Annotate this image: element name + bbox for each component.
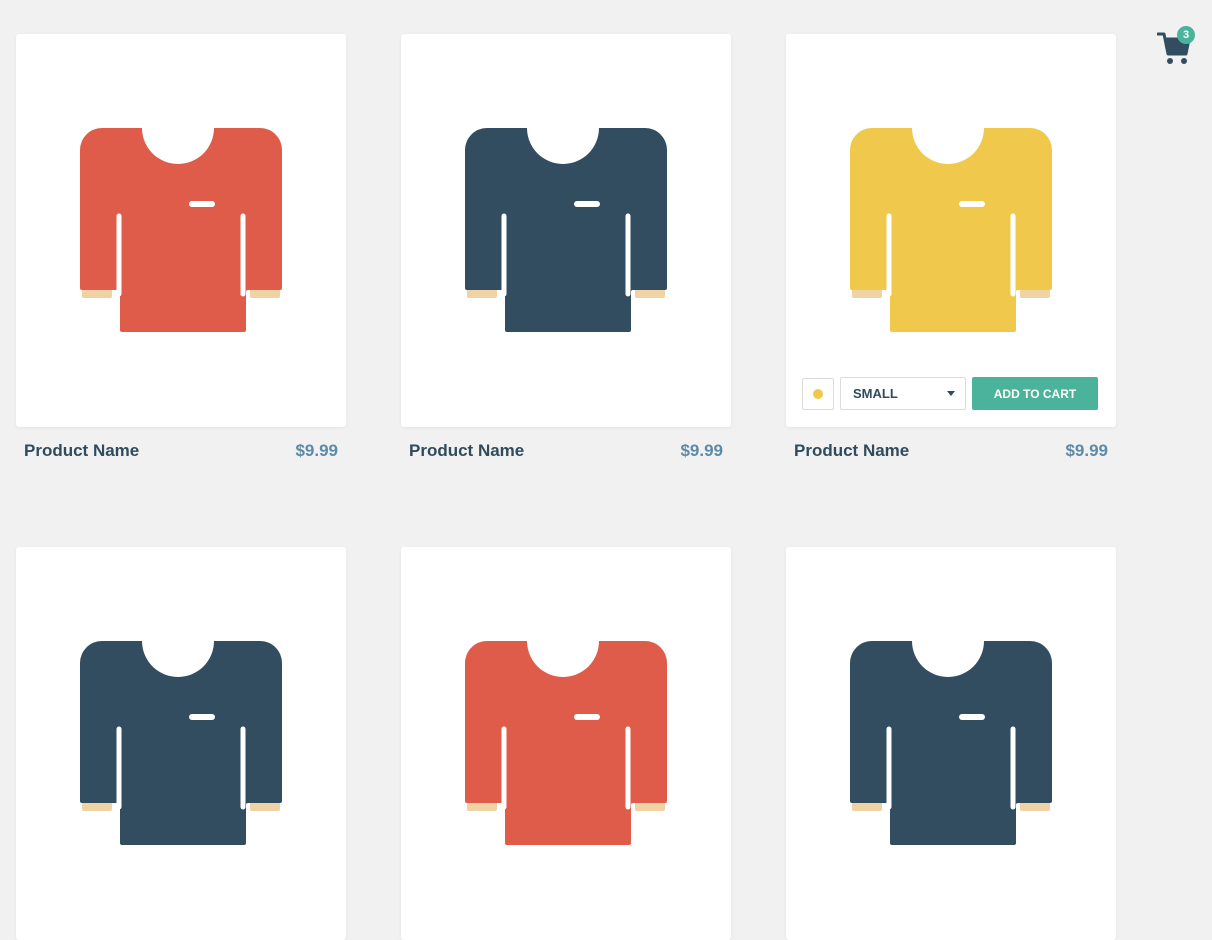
product-card[interactable]: [786, 547, 1116, 940]
chevron-down-icon: [947, 391, 955, 396]
size-select[interactable]: SMALL: [840, 377, 966, 410]
product-item[interactable]: Product Name $9.99: [16, 34, 346, 460]
product-name[interactable]: Product Name: [24, 441, 139, 461]
product-card[interactable]: [401, 34, 731, 427]
cart-button[interactable]: 3: [1156, 26, 1197, 68]
shirt-image: [465, 128, 667, 332]
product-price: $9.99: [295, 441, 338, 460]
cart-count-badge: 3: [1177, 26, 1195, 44]
shirt-image: [80, 641, 282, 845]
product-card[interactable]: [401, 547, 731, 940]
product-item[interactable]: Product Name $9.99: [401, 34, 731, 460]
product-meta: Product Name $9.99: [401, 441, 731, 461]
size-select-value: SMALL: [853, 386, 898, 401]
shirt-image: [850, 641, 1052, 845]
product-card[interactable]: [16, 34, 346, 427]
product-controls: SMALL ADD TO CART: [802, 377, 1098, 410]
product-price: $9.99: [680, 441, 723, 460]
product-name[interactable]: Product Name: [794, 441, 909, 461]
product-card[interactable]: [16, 547, 346, 940]
shirt-image: [850, 128, 1052, 332]
product-grid: Product Name $9.99 Product Name $9.99 SM…: [16, 34, 1116, 940]
product-name[interactable]: Product Name: [409, 441, 524, 461]
product-item[interactable]: [16, 547, 346, 940]
product-meta: Product Name $9.99: [16, 441, 346, 461]
product-item[interactable]: [786, 547, 1116, 940]
product-card[interactable]: SMALL ADD TO CART: [786, 34, 1116, 427]
color-dot: [813, 388, 823, 399]
shirt-image: [80, 128, 282, 332]
product-price: $9.99: [1065, 441, 1108, 460]
add-to-cart-button[interactable]: ADD TO CART: [972, 377, 1098, 410]
product-meta: Product Name $9.99: [786, 441, 1116, 461]
color-swatch-button[interactable]: [802, 377, 834, 410]
shirt-image: [465, 641, 667, 845]
product-item[interactable]: SMALL ADD TO CART Product Name $9.99: [786, 34, 1116, 460]
product-item[interactable]: [401, 547, 731, 940]
